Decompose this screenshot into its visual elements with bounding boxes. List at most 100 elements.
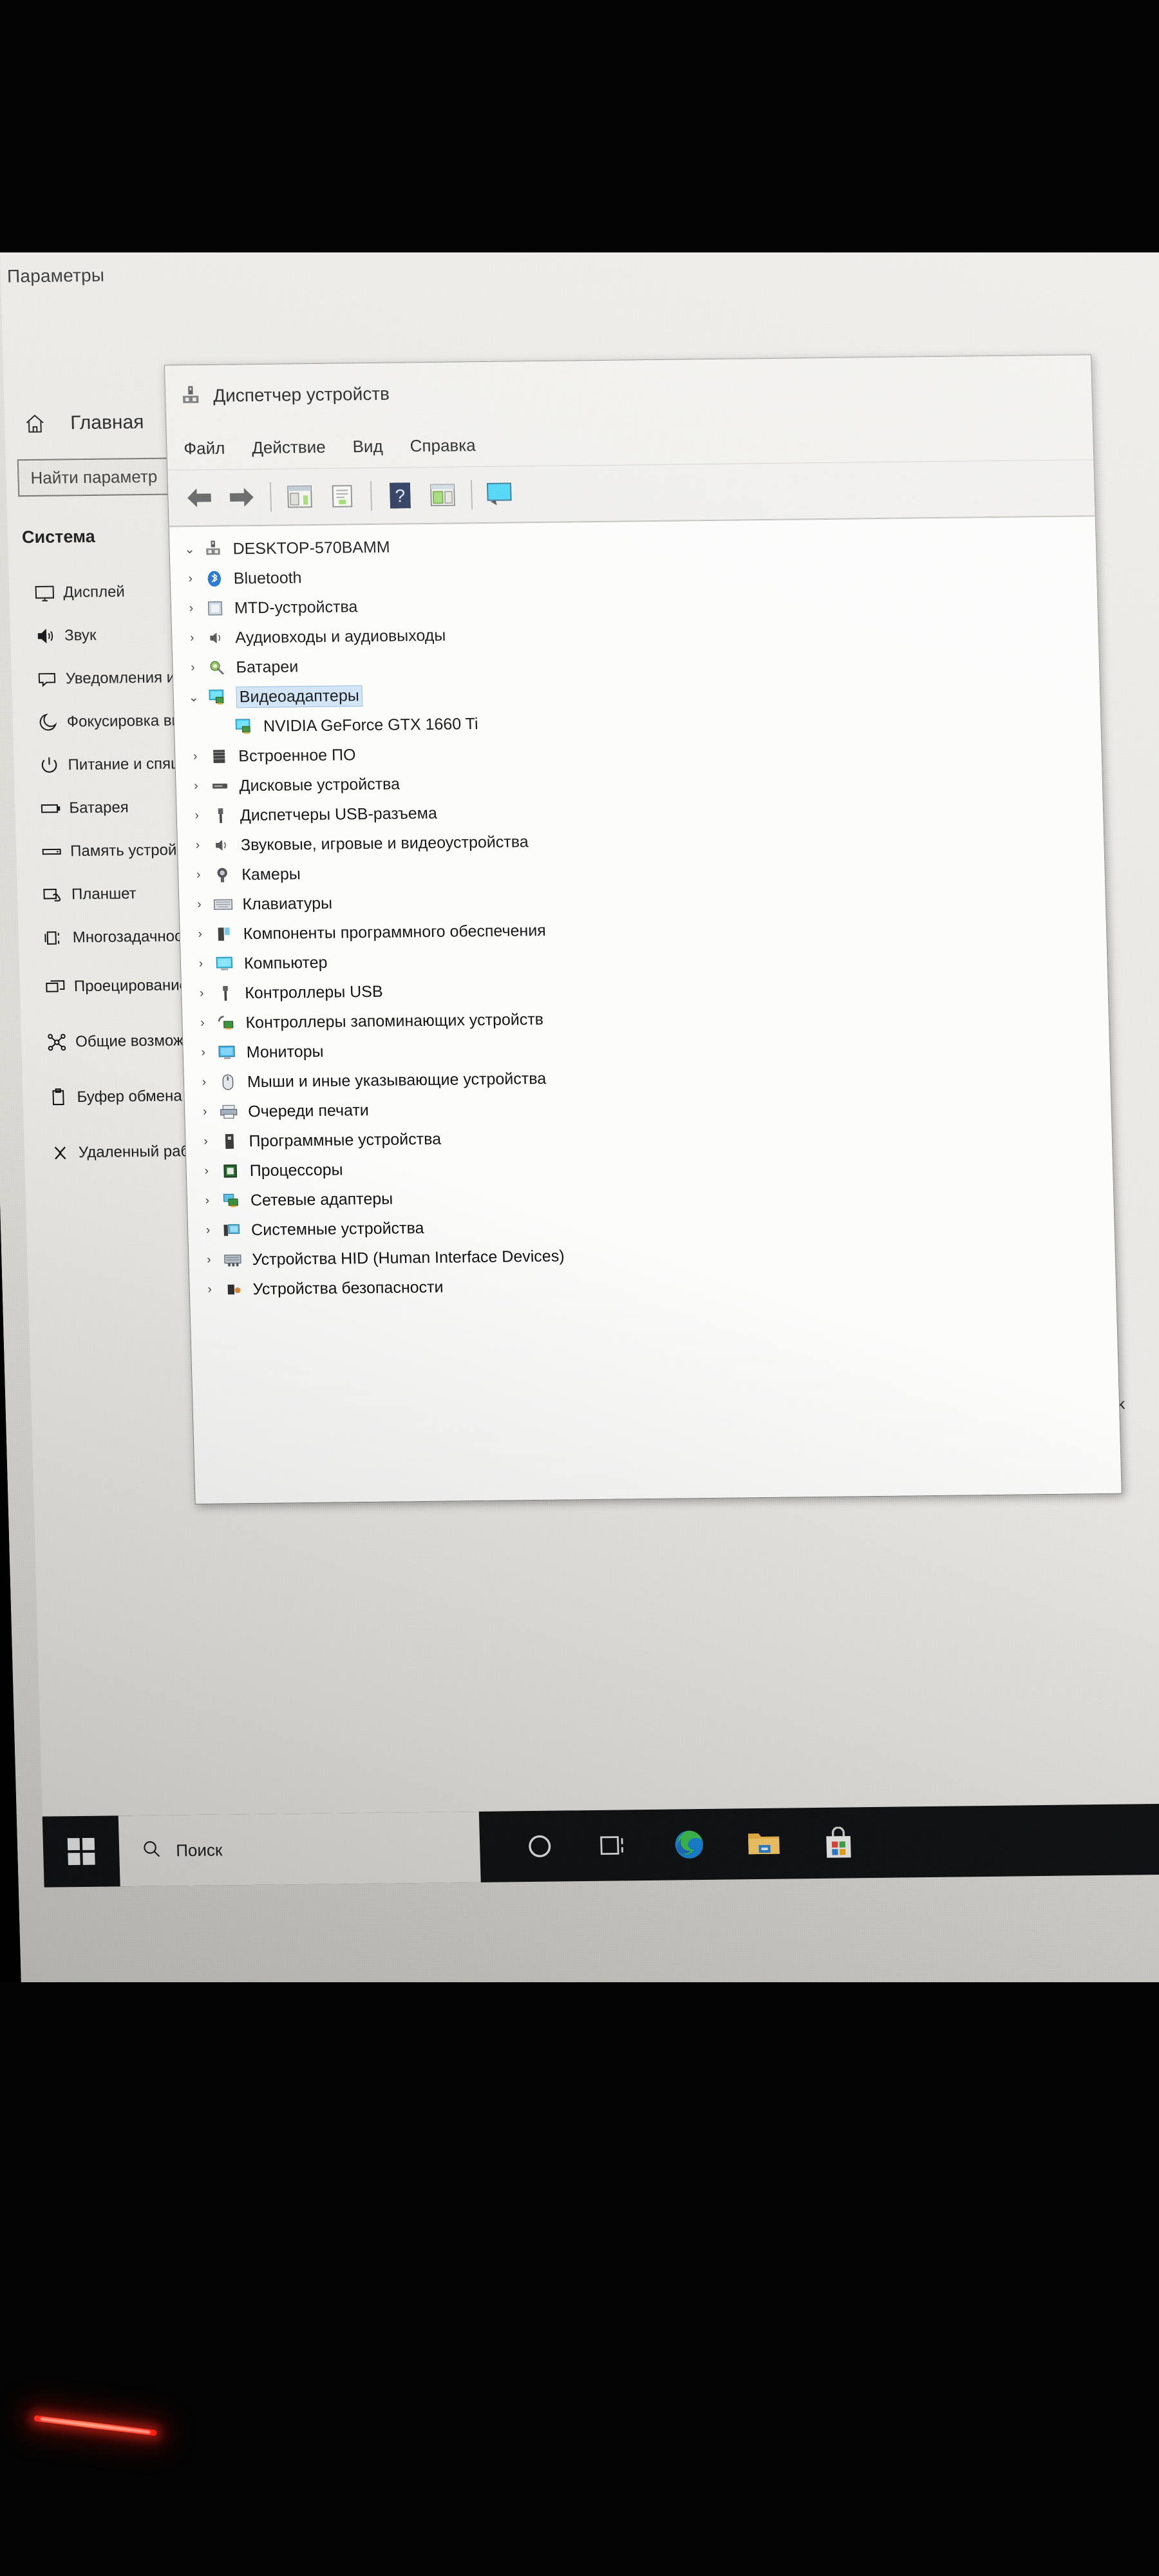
- microsoft-store-icon[interactable]: [820, 1824, 858, 1862]
- device-tree[interactable]: ⌄ DESKTOP-570BAMM › Bluetooth › MTD-устройств…: [169, 516, 1122, 1504]
- window-title: Диспетчер устройств: [212, 383, 390, 406]
- home-icon: [16, 413, 54, 435]
- hid-icon: [220, 1249, 246, 1271]
- sidebar-item-label: Главная: [70, 412, 144, 434]
- sidebar-item-home[interactable]: Главная: [16, 412, 144, 435]
- section-title: Система: [21, 526, 96, 547]
- chevron-down-icon[interactable]: ⌄: [183, 690, 205, 705]
- chevron-right-icon[interactable]: ›: [180, 572, 202, 586]
- toolbar-separator: [370, 480, 373, 511]
- chevron-right-icon[interactable]: ›: [198, 1253, 220, 1267]
- sidebar-item-label: Дисплей: [62, 582, 126, 601]
- tree-item-label: Звуковые, игровые и видеоустройства: [240, 832, 529, 854]
- tree-item-label: Контроллеры USB: [244, 982, 383, 1002]
- sound-icon: [27, 625, 65, 647]
- chevron-right-icon[interactable]: ›: [187, 868, 210, 882]
- start-button[interactable]: [42, 1815, 120, 1887]
- chevron-right-icon[interactable]: ›: [192, 1046, 214, 1060]
- moon-icon: [29, 711, 67, 734]
- menu-item-file[interactable]: Файл: [184, 438, 225, 459]
- chevron-right-icon[interactable]: ›: [197, 1224, 220, 1238]
- chevron-right-icon[interactable]: ›: [188, 898, 211, 912]
- tree-item-label: Bluetooth: [233, 568, 302, 587]
- disk-icon: [207, 775, 233, 797]
- toolbar-separator: [470, 480, 473, 510]
- display-icon: [26, 582, 64, 604]
- sidebar-item-label: Звук: [64, 626, 97, 644]
- chevron-right-icon[interactable]: ›: [198, 1283, 221, 1297]
- storage-icon: [33, 840, 71, 863]
- tree-item-label: Камеры: [241, 864, 301, 884]
- chevron-right-icon[interactable]: ›: [191, 987, 213, 1001]
- audio-icon: [209, 834, 235, 856]
- chevron-right-icon[interactable]: ›: [194, 1135, 217, 1149]
- remote-desktop-icon: [41, 1142, 79, 1164]
- device-manager-titlebar[interactable]: Диспетчер устройств: [164, 355, 1093, 428]
- device-manager-icon: [180, 383, 202, 408]
- chevron-right-icon[interactable]: ›: [182, 661, 204, 675]
- cortana-icon[interactable]: [520, 1828, 559, 1866]
- chevron-right-icon[interactable]: ›: [185, 779, 207, 793]
- menu-item-help[interactable]: Справка: [410, 435, 476, 456]
- scan-hardware-icon[interactable]: [481, 475, 521, 514]
- tree-item-label: Устройства безопасности: [252, 1278, 444, 1298]
- mouse-icon: [215, 1071, 241, 1093]
- chevron-right-icon[interactable]: ›: [195, 1164, 218, 1179]
- chevron-right-icon[interactable]: ›: [190, 957, 212, 971]
- printer-icon: [216, 1101, 242, 1122]
- chevron-right-icon[interactable]: ›: [184, 750, 207, 764]
- microsoft-edge-icon[interactable]: [670, 1826, 708, 1864]
- chevron-right-icon[interactable]: ›: [193, 1075, 216, 1090]
- help-icon[interactable]: ?: [381, 476, 420, 515]
- menu-item-view[interactable]: Вид: [352, 436, 383, 457]
- chevron-right-icon[interactable]: ›: [181, 631, 203, 645]
- tree-item-label: Диспетчеры USB-разъема: [240, 804, 438, 824]
- shared-experiences-icon: [38, 1031, 76, 1054]
- tree-item-label: Программные устройства: [249, 1130, 442, 1150]
- chevron-right-icon[interactable]: ›: [191, 1016, 214, 1030]
- chevron-right-icon[interactable]: ›: [180, 601, 203, 616]
- processor-icon: [217, 1160, 243, 1182]
- file-explorer-icon[interactable]: [744, 1825, 783, 1863]
- keyboard-icon: [210, 893, 236, 915]
- chevron-down-icon[interactable]: ⌄: [178, 542, 201, 556]
- device-manager-window[interactable]: Диспетчер устройств Файл Действие Вид Сп…: [164, 354, 1122, 1504]
- clipboard-icon: [39, 1086, 77, 1109]
- taskbar-search-placeholder: Поиск: [175, 1839, 223, 1860]
- system-device-icon: [219, 1219, 245, 1241]
- audio-icon: [203, 627, 229, 649]
- bluetooth-icon: [201, 568, 227, 590]
- taskbar: Поиск: [42, 1803, 1159, 1888]
- usb-connector-icon: [207, 804, 234, 826]
- sidebar-item-label: Планшет: [71, 884, 137, 903]
- network-icon: [218, 1189, 245, 1211]
- mtd-icon: [202, 598, 229, 620]
- software-component-icon: [211, 923, 237, 945]
- storage-controller-icon: [213, 1012, 240, 1034]
- tree-item-label: Клавиатуры: [242, 894, 333, 913]
- chevron-right-icon[interactable]: ›: [196, 1194, 219, 1208]
- taskbar-search-box[interactable]: Поиск: [118, 1811, 481, 1887]
- back-icon[interactable]: [180, 478, 220, 518]
- tree-item-label: Сетевые адаптеры: [250, 1189, 393, 1209]
- battery-icon: [32, 797, 70, 820]
- tree-item-label: Процессоры: [249, 1160, 343, 1180]
- project-icon: [36, 976, 74, 998]
- chevron-right-icon[interactable]: ›: [187, 838, 209, 853]
- computer-root-icon: [200, 538, 227, 560]
- chevron-right-icon[interactable]: ›: [185, 809, 208, 823]
- display-adapter-icon: [231, 715, 258, 737]
- chevron-right-icon[interactable]: ›: [194, 1105, 216, 1119]
- task-view-icon[interactable]: [595, 1826, 634, 1864]
- menu-item-action[interactable]: Действие: [252, 437, 326, 457]
- tree-item-label: Мониторы: [246, 1042, 324, 1061]
- battery-device-icon: [203, 656, 230, 678]
- chevron-right-icon[interactable]: ›: [189, 927, 211, 942]
- update-driver-icon[interactable]: [423, 475, 463, 515]
- tree-item-label: Компьютер: [243, 953, 328, 972]
- show-hidden-icon[interactable]: [323, 477, 363, 516]
- forward-icon[interactable]: [222, 478, 262, 517]
- properties-icon[interactable]: [280, 477, 320, 516]
- monitor-icon: [214, 1041, 240, 1063]
- tree-item-label: Батареи: [236, 657, 299, 676]
